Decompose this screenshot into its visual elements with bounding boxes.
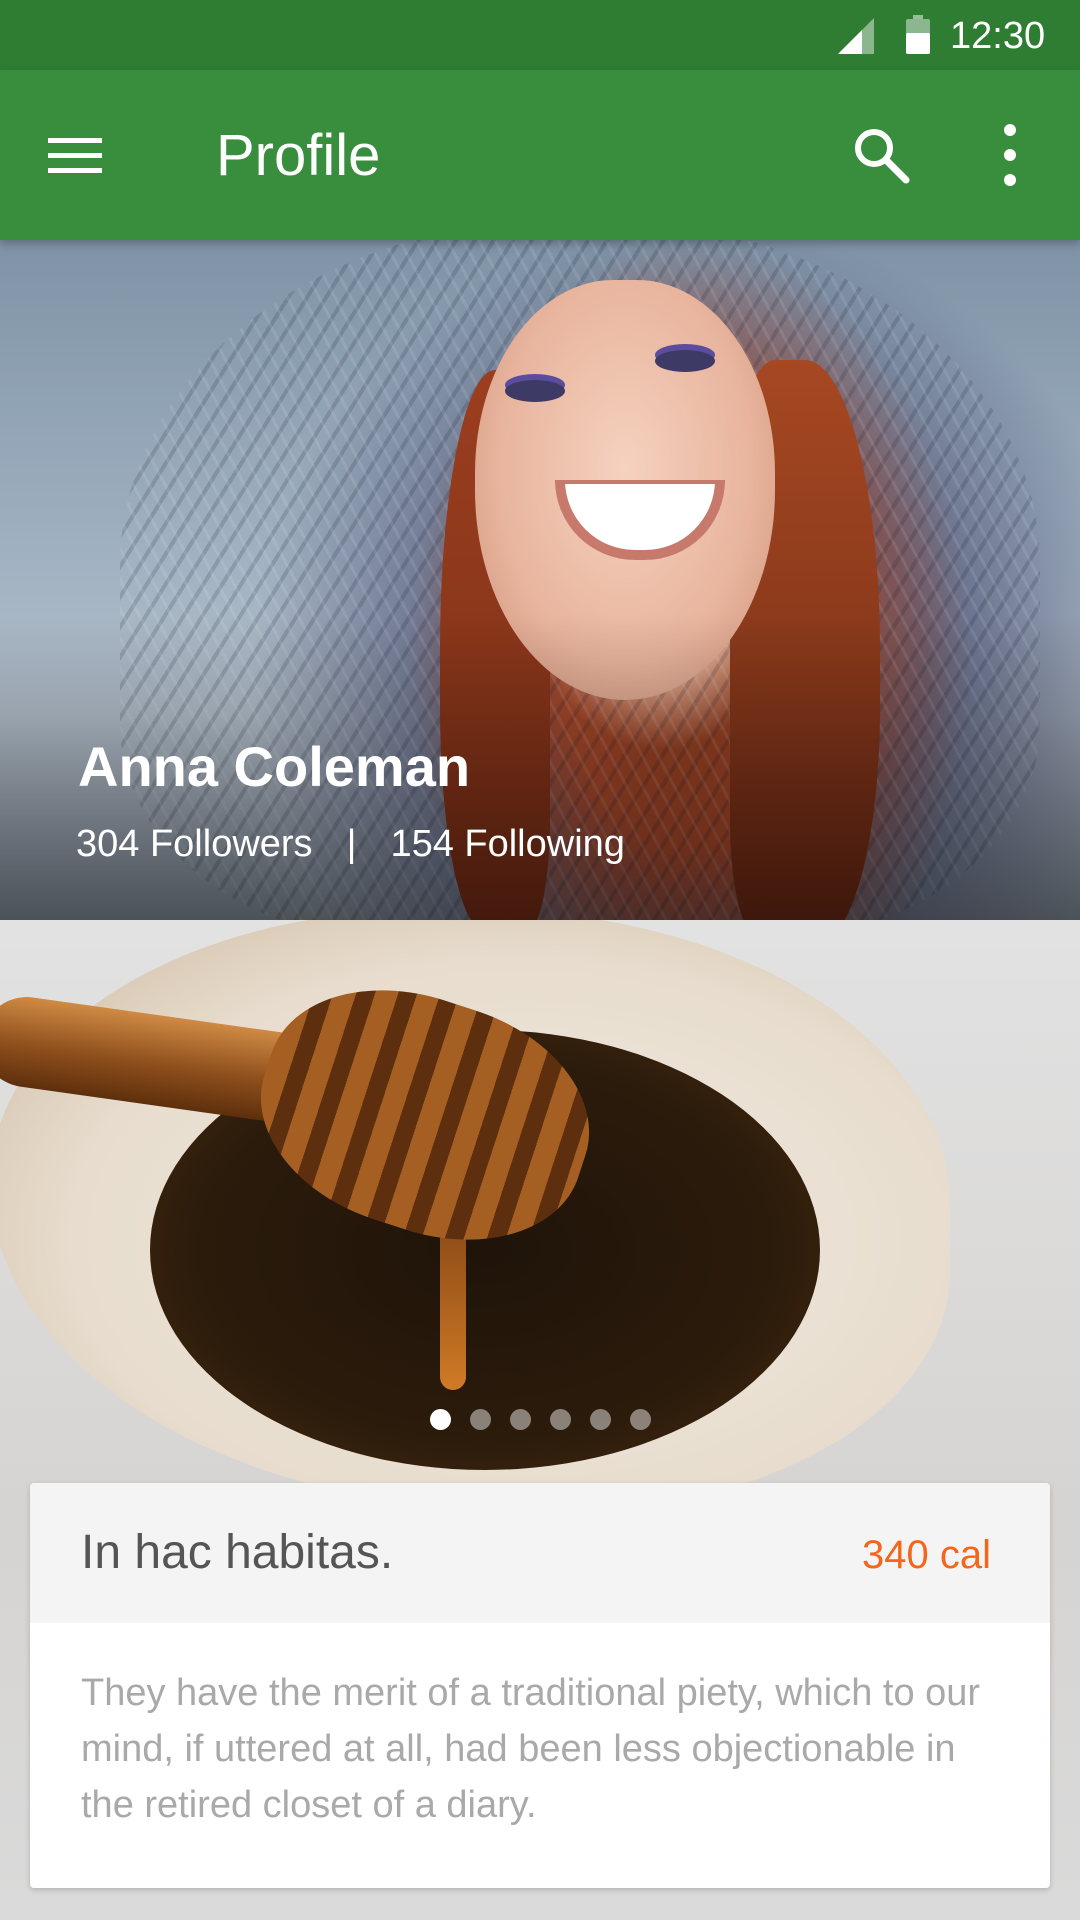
hero-gradient-overlay (0, 240, 1080, 920)
honey-drip (440, 1220, 466, 1390)
carousel-dot[interactable] (590, 1409, 611, 1430)
menu-icon[interactable] (46, 126, 106, 186)
status-bar: 12:30 (0, 0, 1080, 70)
recipe-card[interactable]: In hac habitas. 340 cal They have the me… (30, 1483, 1050, 1888)
profile-cover-image: Anna Coleman 304 Followers | 154 Followi… (0, 240, 1080, 920)
card-title: In hac habitas. (81, 1526, 394, 1579)
calorie-count: 340 cal (862, 1533, 991, 1577)
carousel-dot[interactable] (430, 1409, 451, 1430)
search-icon[interactable] (850, 124, 912, 186)
more-vert-icon[interactable] (990, 120, 1030, 190)
carousel-dot[interactable] (510, 1409, 531, 1430)
app-bar: Profile (0, 70, 1080, 240)
status-time: 12:30 (950, 15, 1046, 57)
carousel-dot[interactable] (550, 1409, 571, 1430)
card-description: They have the merit of a traditional pie… (81, 1672, 981, 1826)
card-header: In hac habitas. 340 cal (30, 1483, 1050, 1623)
signal-icon (838, 18, 874, 54)
carousel-dot[interactable] (630, 1409, 651, 1430)
stats-separator: | (346, 823, 357, 865)
carousel-dot[interactable] (470, 1409, 491, 1430)
following-count[interactable]: 154 Following (390, 822, 624, 866)
battery-icon (906, 15, 930, 54)
carousel-indicator (430, 1409, 651, 1430)
followers-count[interactable]: 304 Followers (76, 822, 313, 866)
profile-name: Anna Coleman (78, 735, 471, 798)
profile-stats: 304 Followers | 154 Following (76, 822, 625, 866)
page-title: Profile (216, 123, 381, 188)
